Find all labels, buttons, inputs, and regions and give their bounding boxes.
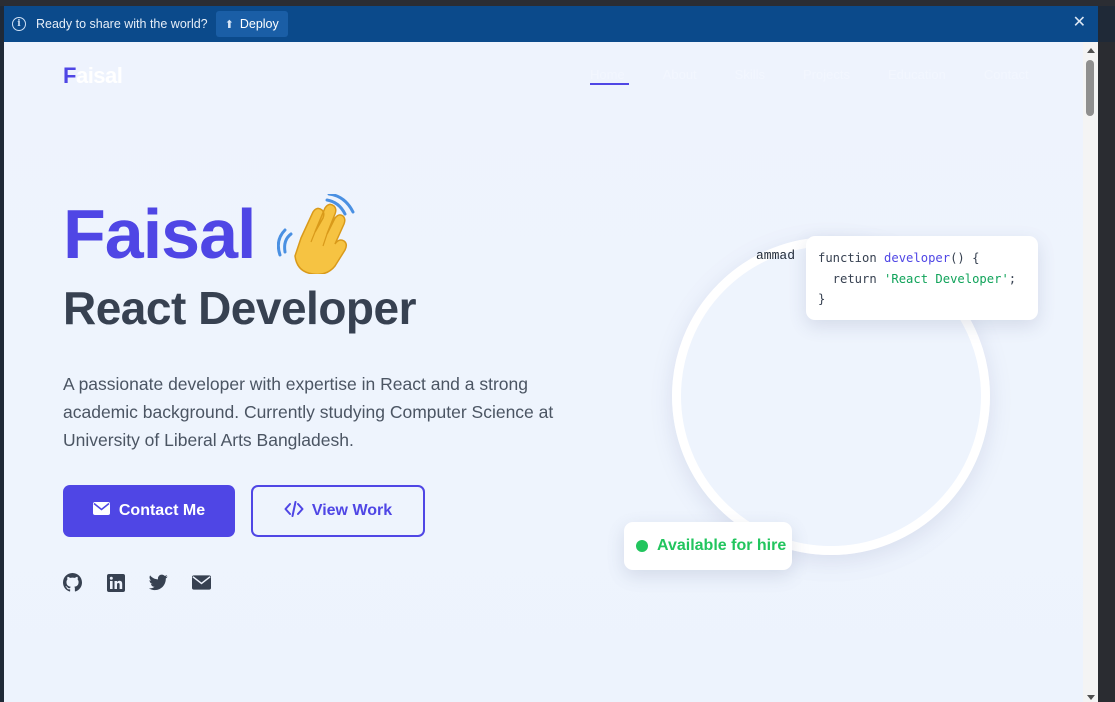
github-icon[interactable] [63,573,82,592]
hero-role: React Developer [63,282,417,334]
close-icon[interactable]: ✕ [1073,14,1086,32]
deploy-banner: i Ready to share with the world? ⬆ Deplo… [4,6,1098,42]
status-dot [636,540,648,552]
hero-name: Faisal [63,195,256,273]
email-icon[interactable] [192,573,211,592]
nav-active-underline [590,83,629,85]
info-icon: i [12,17,26,31]
nav-link-contact[interactable]: Contact [984,67,1029,82]
availability-label: Available for hire [657,537,787,554]
deploy-label: Deploy [239,17,279,31]
code-snippet-card: function developer() { return 'React Dev… [806,236,1038,320]
code-keyword: function [818,251,885,265]
view-work-button[interactable]: View Work [251,485,425,537]
contact-me-label: Contact Me [118,502,206,519]
hero-description: A passionate developer with expertise in… [63,374,554,450]
view-work-label: View Work [311,502,393,519]
social-links [63,573,211,592]
code-closing-brace: } [818,292,826,306]
code-line1-end: () { [950,251,980,265]
code-icon [284,500,304,522]
nav-link-education[interactable]: Education [888,67,946,82]
logo-initial: F [63,63,76,88]
nav-links: Home About Skills Projects Education Con… [590,67,1029,82]
nav-link-projects[interactable]: Projects [803,67,850,82]
code-line2-end: ; [1008,271,1017,286]
code-return: return [818,271,885,286]
linkedin-icon[interactable] [106,573,125,592]
nav-link-skills[interactable]: Skills [735,67,765,82]
logo-rest: aisal [75,63,123,88]
page-viewport: Faisal Home About Skills Projects Educat… [4,42,1083,702]
nav-link-about[interactable]: About [663,67,697,82]
contact-me-button[interactable]: Contact Me [63,485,235,537]
site-logo[interactable]: Faisal [63,63,123,89]
hero-name-row: Faisal [63,192,359,276]
nav-link-home[interactable]: Home [590,67,625,82]
banner-message: Ready to share with the world? [36,17,208,31]
envelope-icon [92,502,110,520]
window-right-edge [1098,42,1115,702]
availability-badge: Available for hire [624,522,792,570]
waving-hand-icon [277,192,359,276]
code-function-name: developer [884,251,951,265]
deploy-button[interactable]: ⬆ Deploy [215,11,288,37]
scroll-up-arrow[interactable] [1087,48,1095,53]
scroll-thumb[interactable] [1086,60,1094,116]
vertical-scrollbar[interactable] [1083,42,1098,702]
scroll-down-arrow[interactable] [1087,695,1095,700]
code-string: 'React Developer' [884,271,1009,286]
twitter-icon[interactable] [149,573,168,592]
rocket-icon: ⬆ [224,18,234,31]
